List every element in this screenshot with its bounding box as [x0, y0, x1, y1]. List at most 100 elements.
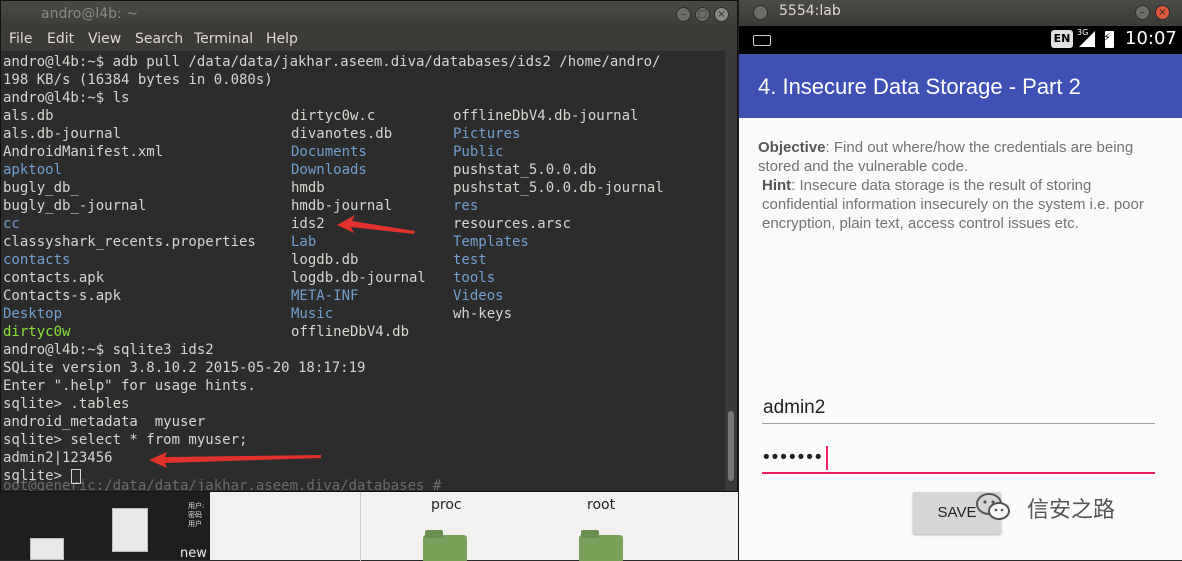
ls-entry-directory: Music [291, 306, 334, 322]
ls-entry-file: contacts.apk [3, 270, 105, 286]
ls-entry-file: hmdb [291, 180, 325, 196]
terminal-title: andro@l4b: ~ [41, 6, 138, 22]
username-value: admin2 [763, 397, 826, 418]
ls-entry-file: bugly_db_-journal [3, 198, 147, 214]
terminal-cursor [71, 469, 82, 484]
emulator-titlebar[interactable]: 5554:lab – × [739, 0, 1182, 26]
terminal-menubar: File Edit View Search Terminal Help [1, 29, 737, 51]
ls-entry-file: offlineDbV4.db [291, 324, 410, 340]
ls-entry-file: bugly_db_ [3, 180, 79, 196]
username-field[interactable]: admin2 [762, 394, 1155, 424]
menu-file[interactable]: File [9, 31, 32, 47]
text-caret [825, 445, 828, 470]
ls-entry-file: pushstat_5.0.0.db-journal [453, 180, 664, 196]
password-field[interactable]: ••••••• [762, 444, 1155, 474]
terminal-line: sqlite> select * from myuser; [3, 432, 248, 448]
ls-entry-file: hmdb-journal [291, 198, 393, 214]
file-manager-window: proc root [210, 488, 738, 561]
ls-entry-file: wh-keys [453, 306, 513, 322]
close-icon[interactable]: × [714, 7, 729, 22]
keyboard-icon [753, 35, 771, 46]
ls-entry-directory: META-INF [291, 288, 359, 304]
ls-entry-file: als.db [3, 108, 54, 124]
menu-edit[interactable]: Edit [47, 31, 74, 47]
menu-search[interactable]: Search [135, 31, 183, 47]
app-bar: 4. Insecure Data Storage - Part 2 [739, 54, 1182, 118]
ls-entry-directory: Public [453, 144, 504, 160]
language-badge: EN [1051, 30, 1073, 48]
terminal-line: android_metadata myuser [3, 414, 206, 430]
menu-help[interactable]: Help [266, 31, 298, 47]
folder-label-root: root [587, 497, 616, 513]
scrollbar-thumb[interactable] [728, 411, 734, 481]
ls-entry-directory: Downloads [291, 162, 367, 178]
emulator-window[interactable]: 5554:lab – × EN 3G 10:07 4. Insecure Dat… [739, 0, 1182, 560]
ls-entry-file: logdb.db [291, 252, 359, 268]
terminal-line: admin2|123456 [3, 450, 113, 466]
ls-entry-directory: Pictures [453, 126, 521, 142]
ls-entry-file: Contacts-s.apk [3, 288, 122, 304]
ls-entry-directory: Documents [291, 144, 367, 160]
hint-text: Hint: Insecure data storage is the resul… [762, 177, 1144, 232]
ls-entry-file: AndroidManifest.xml [3, 144, 164, 160]
wechat-logo-icon [976, 493, 1010, 520]
ls-entry-directory: cc [3, 216, 20, 232]
terminal-titlebar[interactable]: andro@l4b: ~ – □ × [1, 1, 737, 29]
menu-icon[interactable] [753, 5, 768, 20]
ls-entry-file: classyshark_recents.properties [3, 234, 256, 250]
terminal-line: andro@l4b:~$ adb pull /data/data/jakhar.… [3, 54, 661, 70]
objective-label: Objective [758, 139, 826, 156]
terminal-output[interactable]: oot@generic:/data/data/jakhar.aseem.diva… [1, 51, 725, 491]
ls-entry-file: dirtyc0w.c [291, 108, 376, 124]
ls-entry-file: ids2 [291, 216, 325, 232]
minimize-icon[interactable]: – [1135, 5, 1150, 20]
ls-entry-directory: Templates [453, 234, 529, 250]
status-clock: 10:07 [1125, 28, 1177, 49]
terminal-window[interactable]: andro@l4b: ~ – □ × File Edit View Search… [0, 0, 738, 492]
folder-icon[interactable] [423, 530, 467, 561]
ls-entry-directory: res [453, 198, 479, 214]
ls-entry-file: resources.arsc [453, 216, 572, 232]
desktop-note[interactable]: 用户: 密码 用户 [188, 502, 204, 529]
ls-entry-file: divanotes.db [291, 126, 393, 142]
terminal-line: SQLite version 3.8.10.2 2015-05-20 18:17… [3, 360, 366, 376]
watermark-text: 信安之路 [1027, 498, 1116, 523]
terminal-scrollbar[interactable] [725, 51, 737, 491]
desktop-file-label: new [180, 546, 207, 561]
android-status-bar: EN 3G 10:07 [739, 26, 1182, 54]
ls-entry-file: dirtyc0w [3, 324, 71, 340]
folder-icon[interactable] [579, 530, 623, 561]
objective-text: Objective: Find out where/how the creden… [758, 139, 1134, 175]
battery-icon [1103, 31, 1114, 48]
password-value: ••••••• [763, 447, 824, 468]
app-title: 4. Insecure Data Storage - Part 2 [758, 74, 1081, 99]
document-file-icon-2[interactable] [30, 538, 64, 560]
ls-entry-file: pushstat_5.0.0.db [453, 162, 597, 178]
ls-entry-directory: Desktop [3, 306, 63, 322]
close-icon[interactable]: × [1155, 5, 1170, 20]
maximize-icon[interactable]: □ [695, 7, 710, 22]
document-file-icon[interactable] [112, 508, 148, 552]
ls-entry-directory: tools [453, 270, 496, 286]
menu-view[interactable]: View [88, 31, 121, 47]
menu-terminal[interactable]: Terminal [194, 31, 253, 47]
terminal-line: sqlite> [3, 468, 71, 484]
minimize-icon[interactable]: – [676, 7, 691, 22]
emulator-title: 5554:lab [779, 3, 841, 19]
watermark: 信安之路 [975, 488, 1150, 528]
ls-entry-directory: Lab [291, 234, 317, 250]
terminal-line: andro@l4b:~$ ls [3, 90, 130, 106]
folder-label-proc: proc [431, 497, 462, 513]
network-type: 3G [1077, 28, 1089, 37]
ls-entry-file: logdb.db-journal [291, 270, 426, 286]
ls-entry-directory: Videos [453, 288, 504, 304]
terminal-line: sqlite> .tables [3, 396, 130, 412]
divider [360, 489, 361, 561]
hint-label: Hint [762, 177, 792, 194]
instructions: Objective: Find out where/how the creden… [758, 138, 1168, 233]
terminal-line: andro@l4b:~$ sqlite3 ids2 [3, 342, 214, 358]
ls-entry-directory: apktool [3, 162, 63, 178]
ls-entry-directory: contacts [3, 252, 71, 268]
terminal-line: 198 KB/s (16384 bytes in 0.080s) [3, 72, 273, 88]
ls-entry-directory: test [453, 252, 487, 268]
